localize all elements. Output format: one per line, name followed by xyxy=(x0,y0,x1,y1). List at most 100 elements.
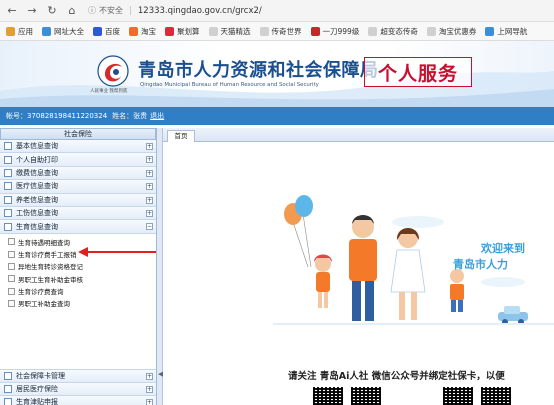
folder-icon xyxy=(4,142,12,151)
bookmark-icon xyxy=(129,26,138,36)
bookmark-label: 超变态传奇 xyxy=(380,26,418,36)
sidebar-menu-label: 社会保障卡管理 xyxy=(16,371,65,380)
url-field[interactable]: ⓘ 不安全 | 12333.qingdao.gov.cn/grcx2/ xyxy=(88,3,262,19)
expand-toggle-icon[interactable]: + xyxy=(146,399,153,405)
sidebar-menu-label: 生育津贴申报 xyxy=(16,398,58,405)
folder-icon xyxy=(4,209,12,218)
user-name: 张贵 xyxy=(133,112,148,120)
back-icon[interactable]: ← xyxy=(4,3,20,19)
forward-icon[interactable]: → xyxy=(24,3,40,19)
document-icon xyxy=(8,275,15,283)
sidebar-menu-item[interactable]: 生育津贴申报 + xyxy=(0,396,156,405)
sidebar-menu-item[interactable]: 居民医疗保险 + xyxy=(0,382,156,397)
bookmark-label: 聚划算 xyxy=(177,26,200,36)
reload-icon[interactable]: ↻ xyxy=(44,3,60,19)
home-icon[interactable]: ⌂ xyxy=(64,3,80,19)
expand-toggle-icon[interactable]: + xyxy=(146,156,153,164)
qr-code-2 xyxy=(351,387,381,405)
bookmark-item[interactable]: 淘宝优惠券 xyxy=(426,26,476,37)
sidebar-menu-item[interactable]: 生育信息查询 − xyxy=(0,220,156,234)
submenu-link[interactable]: 男职工补助金查询 xyxy=(0,297,156,309)
bookmark-item[interactable]: 天猫精选 xyxy=(208,26,251,37)
qr-code-1 xyxy=(313,387,343,405)
expand-toggle-icon[interactable]: + xyxy=(146,372,153,380)
bureau-logo-icon xyxy=(97,55,129,87)
sidebar-menu-item[interactable]: 缴费信息查询 + xyxy=(0,166,156,181)
url-text[interactable]: 12333.qingdao.gov.cn/grcx2/ xyxy=(138,6,262,16)
submenu-link[interactable]: 生育诊疗费查询 xyxy=(0,285,156,297)
url-separator: | xyxy=(129,5,132,16)
tab-strip: 首页 xyxy=(163,128,554,142)
sidebar-menu-item[interactable]: 工伤信息查询 + xyxy=(0,206,156,221)
bookmark-item[interactable]: 上网导航 xyxy=(485,26,527,37)
folder-icon xyxy=(4,371,12,380)
expand-toggle-icon[interactable]: + xyxy=(146,169,153,177)
bookmark-icon xyxy=(259,26,269,36)
bookmark-label: 天猫精选 xyxy=(220,26,251,36)
sidebar-menu-label: 缴费信息查询 xyxy=(16,168,58,177)
bookmark-item[interactable]: 百度 xyxy=(93,26,120,37)
expand-toggle-icon[interactable]: + xyxy=(146,183,153,191)
sidebar-menu-item[interactable]: 养老信息查询 + xyxy=(0,193,156,207)
browser-address-bar: ← → ↻ ⌂ ⓘ 不安全 | 12333.qingdao.gov.cn/grc… xyxy=(0,0,554,22)
sidebar-title: 社会保险 xyxy=(0,128,156,140)
bureau-name-en: Qingdao Municipal Bureau of Human Resour… xyxy=(140,82,319,88)
bookmark-item[interactable]: 一刀999级 xyxy=(310,26,359,37)
sidebar-menu-item[interactable]: 基本信息查询 + xyxy=(0,140,156,154)
sidebar-menu-item[interactable]: 社会保障卡管理 + xyxy=(0,369,156,383)
sidebar-menu-item[interactable]: 个人自助打印 + xyxy=(0,153,156,167)
wechat-notice: 请关注 青岛Ai人社 微信公众号并绑定社保卡，以便 xyxy=(288,371,505,382)
bookmark-label: 传奇世界 xyxy=(271,26,302,36)
submenu-spacer xyxy=(0,309,156,370)
sidebar-menu-item[interactable]: 医疗信息查询 + xyxy=(0,180,156,194)
folder-icon xyxy=(4,398,12,405)
folder-icon xyxy=(4,222,12,231)
bookmark-item[interactable]: 超变态传奇 xyxy=(368,26,418,37)
expand-toggle-icon[interactable]: + xyxy=(146,209,153,217)
expand-toggle-icon[interactable]: + xyxy=(146,143,153,150)
bookmark-item[interactable]: 传奇世界 xyxy=(259,26,302,37)
bookmark-item[interactable]: 淘宝 xyxy=(129,26,156,37)
bookmark-item[interactable]: 网址大全 xyxy=(42,26,84,37)
red-pointer-arrow-icon xyxy=(78,247,156,257)
document-icon xyxy=(8,299,15,307)
sidebar: 社会保险 基本信息查询 + 个人自助打印 + 缴费信息查询 + 医疗信息查询 + 养老信息查询 +… xyxy=(0,128,157,405)
expand-toggle-icon[interactable]: − xyxy=(146,223,153,231)
bookmark-icon xyxy=(485,26,495,36)
logout-link[interactable]: 退出 xyxy=(150,111,164,121)
bookmark-label: 应用 xyxy=(18,26,33,36)
submenu-label: 异地生育转诊资格登记 xyxy=(18,263,83,272)
expand-toggle-icon[interactable]: + xyxy=(146,196,153,204)
qr-code-4 xyxy=(481,387,511,405)
bookmark-icon xyxy=(6,26,15,36)
sidebar-menu-label: 基本信息查询 xyxy=(16,142,58,151)
document-icon xyxy=(8,262,15,270)
folder-icon xyxy=(4,168,12,177)
document-icon xyxy=(8,238,15,246)
bureau-name-cn: 青岛市人力资源和社会保障局 xyxy=(138,60,379,81)
sidebar-menu-label: 工伤信息查询 xyxy=(16,209,58,218)
sidebar-menu-label: 生育信息查询 xyxy=(16,222,58,231)
service-title-box: 个人服务 xyxy=(364,57,472,87)
account-number: 370828198411220324 xyxy=(27,112,108,120)
bookmark-icon xyxy=(165,26,174,36)
submenu-label: 生育诊疗费手工报销 xyxy=(18,251,77,260)
tab-home[interactable]: 首页 xyxy=(167,130,195,142)
bookmark-icon xyxy=(310,26,320,36)
bookmark-icon xyxy=(368,26,378,36)
submenu-label: 生育待遇明细查询 xyxy=(18,238,70,247)
main-content: 首页 欢迎来到 青岛市人力 请关注 青岛Ai人社 微信公众号并绑定社保卡，以便 xyxy=(163,128,554,405)
bookmark-item[interactable]: 聚划算 xyxy=(165,26,200,37)
bookmark-icon xyxy=(42,26,51,36)
sidebar-menu-label: 个人自助打印 xyxy=(16,155,58,164)
expand-toggle-icon[interactable]: + xyxy=(146,385,153,393)
user-info-bar: 帐号： 370828198411220324 姓名： 张贵 退出 xyxy=(0,107,554,125)
submenu-link[interactable]: 男职工生育补助金审核 xyxy=(0,273,156,285)
sidebar-menu-label: 居民医疗保险 xyxy=(16,385,58,394)
submenu-link[interactable]: 异地生育转诊资格登记 xyxy=(0,260,156,272)
bookmark-item[interactable]: 应用 xyxy=(6,26,33,37)
info-icon[interactable]: ⓘ xyxy=(88,5,96,16)
service-title: 个人服务 xyxy=(377,62,458,85)
bookmark-label: 网址大全 xyxy=(54,26,84,36)
sidebar-menu-label: 养老信息查询 xyxy=(16,195,58,204)
